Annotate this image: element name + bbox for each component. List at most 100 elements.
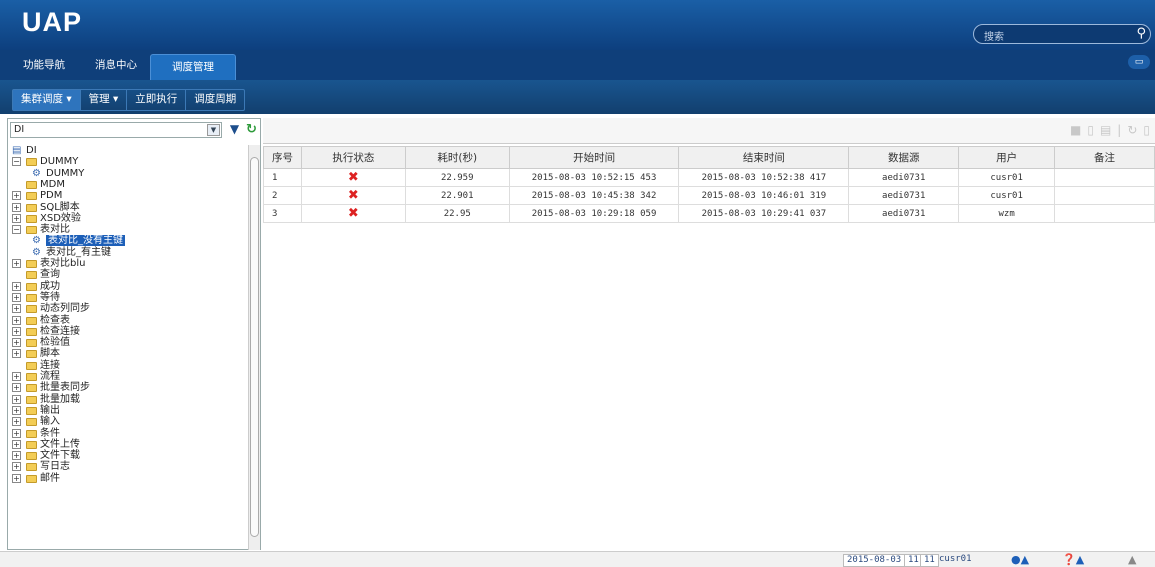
tree-label: 批量表同步 <box>40 382 90 394</box>
toolbar-group: 集群调度 ▾ 管理 ▾ 立即执行 调度周期 <box>12 89 246 111</box>
expand-icon[interactable]: + <box>12 292 21 302</box>
table-cell: 2015-08-03 10:45:38 342 <box>508 186 680 205</box>
reload-icon[interactable]: ↻ <box>1127 123 1137 137</box>
expand-icon[interactable]: + <box>12 191 21 201</box>
help-icon[interactable]: ❓▲ <box>1062 553 1084 566</box>
copy-icon[interactable]: ▯ <box>1087 123 1094 137</box>
column-header[interactable]: 用户 <box>958 146 1056 169</box>
folder-icon <box>26 373 37 381</box>
folder-icon <box>26 282 37 291</box>
table-cell: 2015-08-03 10:52:15 453 <box>508 168 680 187</box>
grid-icon[interactable]: ■ <box>1070 123 1081 137</box>
folder-icon <box>26 429 37 438</box>
expand-icon[interactable]: + <box>12 304 21 314</box>
app-logo: UAP <box>22 7 83 37</box>
tab-schedule-manage[interactable]: 调度管理 <box>150 54 236 81</box>
chevron-up-icon[interactable]: ▲ <box>1128 553 1136 566</box>
column-header[interactable]: 开始时间 <box>508 146 680 169</box>
status-user: cusr01 <box>939 554 972 564</box>
status-date: 2015-08-03 <box>843 554 906 567</box>
column-header[interactable]: 耗时(秒) <box>404 146 510 169</box>
status-bar: 2015-08-03 11 11 cusr01 ●▲ ❓▲ ▲ <box>0 551 1155 567</box>
scrollbar-thumb[interactable] <box>250 157 259 537</box>
folder-icon <box>26 384 37 393</box>
document-icon[interactable]: ▯ <box>1143 123 1150 137</box>
tree-label: 文件上传 <box>40 438 80 450</box>
collapse-icon[interactable]: − <box>12 225 21 235</box>
table-row[interactable]: 1 ✖ 22.959 2015-08-03 10:52:15 453 2015-08-0… <box>263 168 1155 187</box>
nav-bar: 功能导航 消息中心 调度管理 ▭ <box>0 50 1155 81</box>
table-cell: 22.901 <box>404 186 510 205</box>
tree-label: XSD效验 <box>40 212 81 224</box>
cluster-schedule-button[interactable]: 集群调度 ▾ <box>13 90 81 110</box>
tree-label: 检验值 <box>40 337 70 349</box>
folder-icon <box>26 463 37 472</box>
table-cell: 2015-08-03 10:52:38 417 <box>678 168 850 187</box>
expand-icon[interactable]: + <box>12 372 21 381</box>
table-cell: 22.95 <box>404 204 510 223</box>
expand-icon[interactable]: + <box>12 428 21 438</box>
folder-icon <box>26 395 37 404</box>
folder-icon <box>26 271 37 280</box>
refresh-icon[interactable]: ↻ <box>244 122 259 138</box>
expand-icon[interactable]: + <box>12 405 21 415</box>
expand-icon[interactable]: + <box>12 473 21 483</box>
table-row[interactable]: 2 ✖ 22.901 2015-08-03 10:45:38 342 2015-08-0… <box>263 186 1155 205</box>
history-table: 序号 执行状态 耗时(秒) 开始时间 结束时间 数据源 用户 备注 1 ✖ 22.959 2015-… <box>263 146 1155 223</box>
tree-label: 动态列同步 <box>40 303 90 315</box>
chevron-down-icon[interactable]: ▼ <box>207 124 220 136</box>
run-now-button[interactable]: 立即执行 <box>127 90 187 110</box>
expand-icon[interactable]: + <box>12 417 21 427</box>
expand-icon[interactable]: + <box>12 451 21 461</box>
folder-icon <box>26 350 37 359</box>
expand-icon[interactable]: + <box>12 213 21 223</box>
search-input[interactable]: 搜索 <box>984 28 1004 43</box>
filter-icon[interactable]: ▼ <box>227 122 242 138</box>
column-header[interactable]: 数据源 <box>848 146 960 169</box>
tree-label: 连接 <box>40 359 60 371</box>
expand-icon[interactable]: + <box>12 338 21 348</box>
folder-icon <box>26 327 37 336</box>
search-icon[interactable]: ⚲ <box>1136 26 1146 41</box>
tab-message-center[interactable]: 消息中心 <box>95 57 137 72</box>
tree-label: 表对比 <box>40 224 70 236</box>
table-cell <box>1054 186 1155 205</box>
toolbar: 集群调度 ▾ 管理 ▾ 立即执行 调度周期 <box>0 80 1155 114</box>
export-icon[interactable]: ▤ <box>1100 123 1111 137</box>
filter-combobox[interactable]: DI ▼ <box>10 122 222 138</box>
tree-label: 检查连接 <box>40 325 80 337</box>
column-header[interactable]: 结束时间 <box>678 146 850 169</box>
expand-icon[interactable]: + <box>12 394 21 404</box>
column-header[interactable]: 备注 <box>1054 146 1155 169</box>
collapse-icon[interactable]: − <box>12 157 21 167</box>
expand-icon[interactable]: + <box>12 259 21 268</box>
fail-icon: ✖ <box>300 186 406 205</box>
tree-label: 流程 <box>40 371 60 382</box>
expand-icon[interactable]: + <box>12 383 21 393</box>
column-header[interactable]: 序号 <box>263 146 302 169</box>
tree-scrollbar[interactable] <box>248 145 260 550</box>
expand-icon[interactable]: + <box>12 202 21 212</box>
folder-icon <box>26 361 37 370</box>
table-cell: aedi0731 <box>848 186 960 205</box>
history-panel: ■ ▯ ▤ | ↻ ▯ 序号 执行状态 耗时(秒) 开始时间 结束时间 数据源 用户 备注 1… <box>263 118 1155 550</box>
tab-function-nav[interactable]: 功能导航 <box>23 57 65 72</box>
expand-icon[interactable]: + <box>12 315 21 325</box>
schedule-period-button[interactable]: 调度周期 <box>186 90 244 110</box>
column-header[interactable]: 执行状态 <box>300 146 406 169</box>
expand-icon[interactable]: + <box>12 462 21 472</box>
expand-icon[interactable]: + <box>12 349 21 359</box>
folder-icon <box>26 192 37 201</box>
window-toggle-icon[interactable]: ▭ <box>1128 55 1150 69</box>
expand-icon[interactable]: + <box>12 439 21 449</box>
user-icon[interactable]: ●▲ <box>1011 553 1029 566</box>
table-cell: 22.959 <box>404 168 510 187</box>
expand-icon[interactable]: + <box>12 281 21 291</box>
table-row[interactable]: 3 ✖ 22.95 2015-08-03 10:29:18 059 2015-08-03… <box>263 204 1155 223</box>
manage-button[interactable]: 管理 ▾ <box>81 90 128 110</box>
expand-icon[interactable]: + <box>12 326 21 336</box>
tree-label: 表对比blu <box>40 258 86 269</box>
search-box[interactable]: 搜索 ⚲ <box>973 24 1151 44</box>
job-icon: ⚙ <box>32 167 41 179</box>
tree-label: 表对比_没有主键 <box>46 235 125 247</box>
